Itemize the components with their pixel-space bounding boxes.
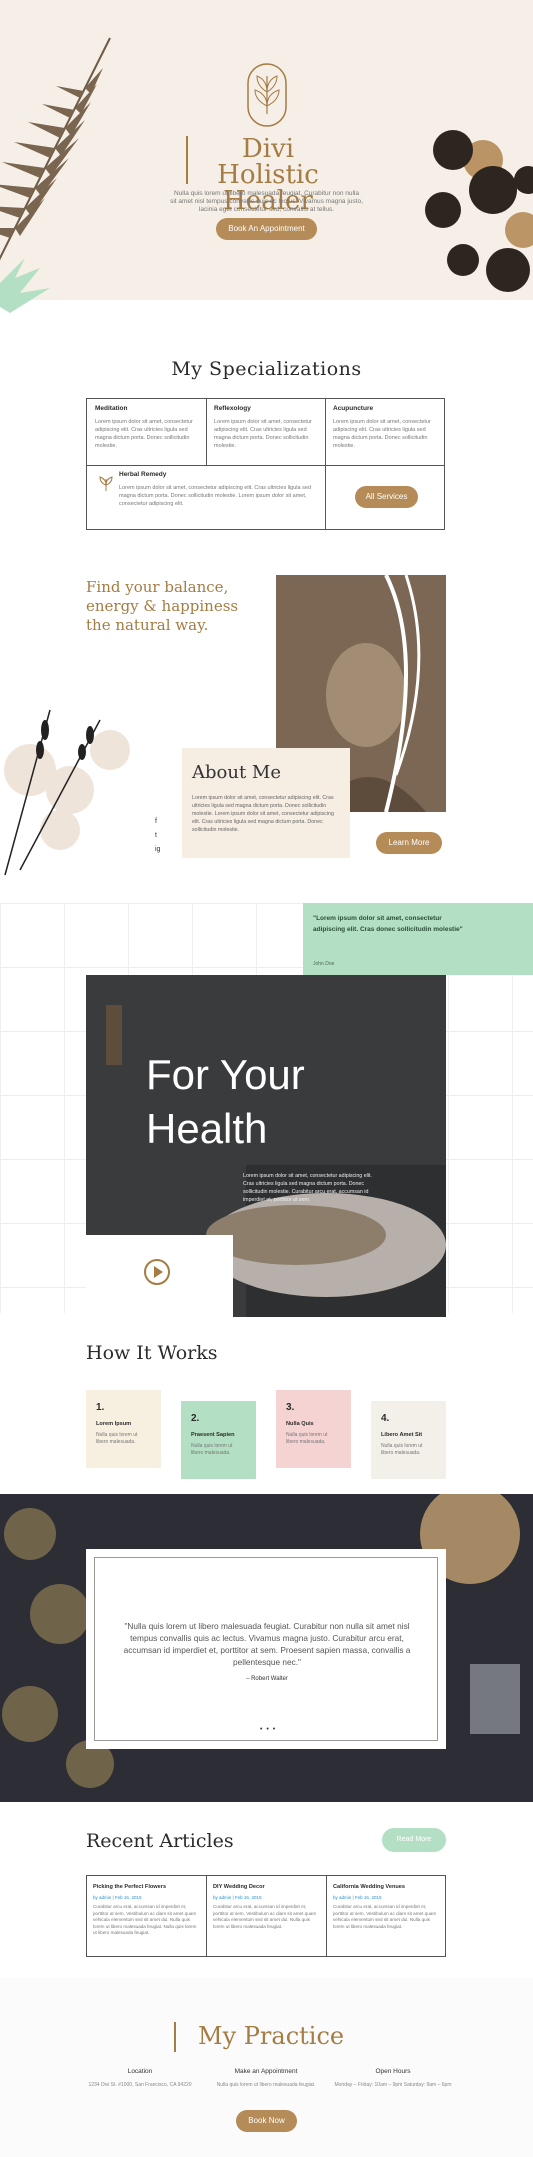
location-text: 1234 Divi St. #1000, San Francisco, CA 9…: [88, 2082, 192, 2088]
article-title[interactable]: Picking the Perfect Flowers: [93, 1884, 201, 1890]
about-card: About Me Lorem ipsum dolor sit amet, con…: [182, 748, 350, 858]
testimonial-text: "Nulla quis lorem ut libero malesuada fe…: [123, 1621, 411, 1667]
step-title: Libero Amet Sit: [381, 1432, 423, 1438]
learn-more-button[interactable]: Learn More: [376, 832, 442, 854]
play-button[interactable]: [144, 1259, 170, 1285]
all-services-button[interactable]: All Services: [355, 486, 418, 508]
spec-title: Reflexology: [214, 405, 251, 412]
title-divider: [186, 136, 188, 184]
article-card[interactable]: Picking the Perfect Flowers by admin | F…: [87, 1876, 207, 1956]
appointment-title: Make an Appointment: [234, 2068, 298, 2075]
article-meta: by admin | Feb 16, 2019: [213, 1895, 262, 1900]
article-meta: by admin | Feb 16, 2019: [333, 1895, 382, 1900]
article-card[interactable]: California Wedding Venues by admin | Feb…: [327, 1876, 447, 1956]
appointment-text: Nulla quis lorem ut libero malesuada feu…: [216, 2082, 316, 2088]
play-icon: [154, 1266, 163, 1278]
hero-subtitle: Nulla quis lorem ut libero malesuada feu…: [170, 190, 363, 213]
article-meta: by admin | Feb 16, 2019: [93, 1895, 142, 1900]
testimonial-author: – Robert Walter: [246, 1676, 288, 1682]
testimonial-frame: "Nulla quis lorem ut libero malesuada fe…: [94, 1557, 438, 1741]
health-quote-box: "Lorem ipsum dolor sit amet, consectetur…: [303, 903, 533, 975]
book-appointment-button[interactable]: Book An Appointment: [216, 218, 317, 240]
step-number: 3.: [286, 1402, 295, 1413]
practice-divider: [174, 2022, 176, 2052]
health-quote: "Lorem ipsum dolor sit amet, consectetur…: [313, 915, 463, 933]
about-text: Lorem ipsum dolor sit amet, consectetur …: [192, 795, 334, 833]
how-title: How It Works: [86, 1342, 218, 1364]
specializations-title: My Specializations: [171, 358, 362, 380]
location-title: Location: [127, 2068, 153, 2075]
fern-illustration: [0, 37, 111, 313]
facebook-icon[interactable]: f: [155, 818, 157, 825]
about-title: About Me: [192, 762, 281, 783]
article-excerpt: Curabitur arcu erat, accumsan id imperdi…: [333, 1904, 437, 1929]
step-text: Nulla quis lorem ut libero malesuada.: [286, 1432, 328, 1445]
spec-reflexology: Reflexology Lorem ipsum dolor sit amet, …: [206, 399, 325, 465]
practice-location: Location 1234 Divi St. #1000, San Franci…: [70, 2068, 210, 2089]
book-now-button[interactable]: Book Now: [236, 2110, 297, 2132]
spec-text: Lorem ipsum dolor sit amet, consectetur …: [95, 419, 193, 449]
hours-title: Open Hours: [375, 2068, 411, 2075]
step-text: Nulla quis lorem ut libero malesuada.: [381, 1443, 423, 1456]
quote-author: John Doe: [313, 961, 335, 967]
health-title-line1: For Your: [146, 1051, 305, 1098]
twitter-icon[interactable]: t: [155, 832, 157, 839]
hours-text: Monday – Friday: 10am – 9pm Saturday: 9a…: [334, 2082, 452, 2088]
step-title: Praesent Sapien: [191, 1432, 235, 1438]
spec-herbal: Herbal Remedy Lorem ipsum dolor sit amet…: [87, 465, 325, 529]
article-title[interactable]: DIY Wedding Decor: [213, 1884, 321, 1890]
step-text: Nulla quis lorem ut libero malesuada.: [96, 1432, 138, 1445]
spec-meditation: Meditation Lorem ipsum dolor sit amet, c…: [87, 399, 206, 465]
spec-text: Lorem ipsum dolor sit amet, consectetur …: [119, 485, 311, 507]
article-excerpt: Curabitur arcu erat, accumsan id imperdi…: [213, 1904, 317, 1929]
articles-title: Recent Articles: [86, 1830, 234, 1852]
spec-title: Herbal Remedy: [119, 471, 167, 478]
step-title: Lorem Ipsum: [96, 1421, 132, 1427]
step-number: 2.: [191, 1413, 200, 1424]
health-title: For Your Health: [146, 1048, 406, 1156]
step-2: 2. Praesent Sapien Nulla quis lorem ut l…: [181, 1401, 256, 1479]
article-excerpt: Curabitur arcu erat, accumsan id imperdi…: [93, 1904, 197, 1935]
spec-text: Lorem ipsum dolor sit amet, consectetur …: [214, 419, 312, 449]
hero-title-line1: Divi Holistic: [217, 134, 319, 190]
eucalyptus-illustration: [425, 130, 533, 292]
hero-section: Divi Holistic Healer Nulla quis lorem ut…: [0, 0, 533, 313]
video-box: [86, 1235, 233, 1317]
step-4: 4. Libero Amet Sit Nulla quis lorem ut l…: [371, 1401, 446, 1479]
step-number: 1.: [96, 1402, 105, 1413]
step-text: Nulla quis lorem ut libero malesuada.: [191, 1443, 233, 1456]
slider-dots[interactable]: • • •: [260, 1726, 276, 1733]
specializations-grid: Meditation Lorem ipsum dolor sit amet, c…: [86, 398, 445, 530]
step-3: 3. Nulla Quis Nulla quis lorem ut libero…: [276, 1390, 351, 1468]
practice-title: My Practice: [198, 2022, 345, 2050]
leaf-logo-icon: [246, 62, 288, 128]
testimonial-card: "Nulla quis lorem ut libero malesuada fe…: [86, 1549, 446, 1749]
health-title-line2: Health: [146, 1105, 268, 1152]
step-number: 4.: [381, 1413, 390, 1424]
spec-title: Acupuncture: [333, 405, 374, 412]
lavender-illustration: [4, 709, 130, 876]
practice-appointment: Make an Appointment Nulla quis lorem ut …: [196, 2068, 336, 2089]
articles-grid: Picking the Perfect Flowers by admin | F…: [86, 1875, 446, 1957]
spec-title: Meditation: [95, 405, 128, 412]
herbal-leaf-icon: [99, 476, 113, 491]
article-title[interactable]: California Wedding Venues: [333, 1884, 441, 1890]
instagram-icon[interactable]: ig: [155, 846, 160, 853]
page: Divi Holistic Healer Nulla quis lorem ut…: [0, 0, 533, 2157]
spec-text: Lorem ipsum dolor sit amet, consectetur …: [333, 419, 431, 449]
practice-hours: Open Hours Monday – Friday: 10am – 9pm S…: [323, 2068, 463, 2089]
article-card[interactable]: DIY Wedding Decor by admin | Feb 16, 201…: [207, 1876, 327, 1956]
health-text: Lorem ipsum dolor sit amet, consectetur …: [243, 1173, 372, 1203]
step-1: 1. Lorem Ipsum Nulla quis lorem ut liber…: [86, 1390, 161, 1468]
step-title: Nulla Quis: [286, 1421, 314, 1427]
spec-acupuncture: Acupuncture Lorem ipsum dolor sit amet, …: [325, 399, 444, 465]
about-tagline: Find your balance, energy & happiness th…: [86, 578, 239, 634]
read-more-button[interactable]: Read More: [382, 1828, 446, 1852]
